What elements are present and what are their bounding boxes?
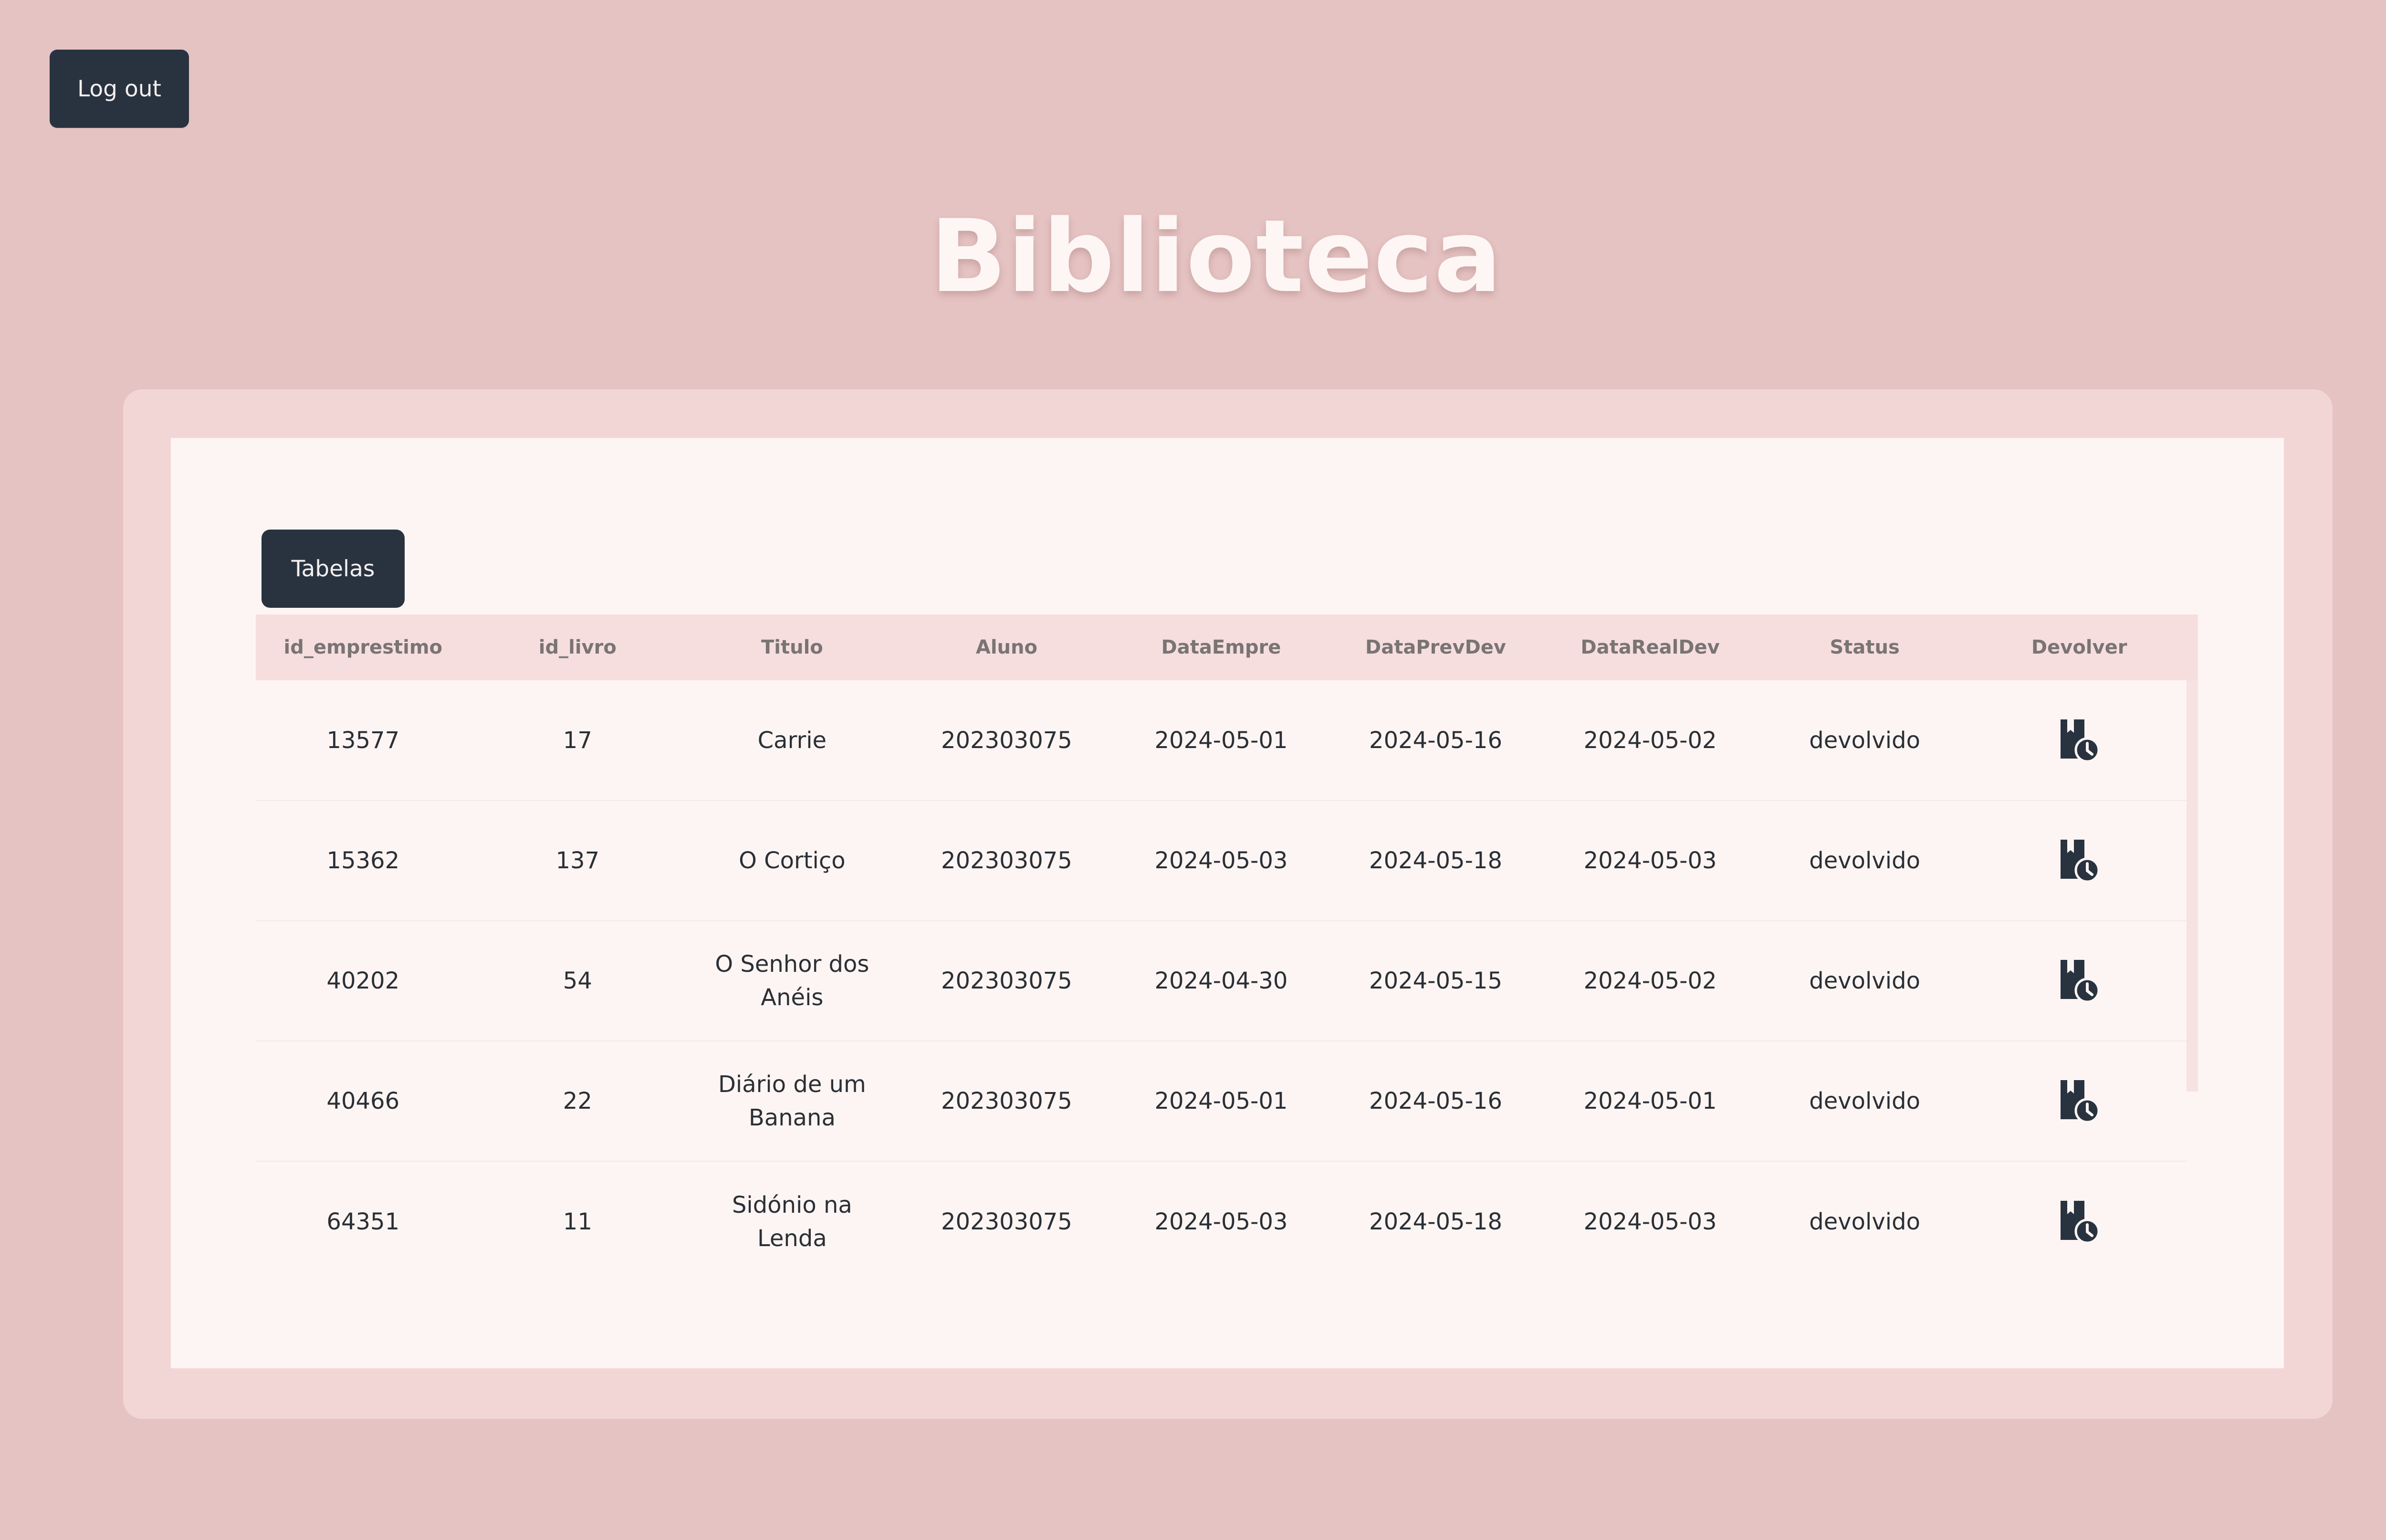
book-clock-icon[interactable] — [2058, 1077, 2101, 1125]
cell-id-emprestimo: 40202 — [256, 921, 471, 1041]
cell-id-livro: 54 — [470, 921, 685, 1041]
cell-id-emprestimo: 15362 — [256, 801, 471, 921]
table-row: 64351 11 Sidónio na Lenda 202303075 2024… — [256, 1161, 2187, 1281]
cell-data-empre: 2024-04-30 — [1114, 921, 1329, 1041]
cell-data-prev-dev: 2024-05-18 — [1369, 1208, 1502, 1235]
cell-devolver — [1972, 921, 2187, 1041]
cell-data-prev-dev: 2024-05-16 — [1328, 1041, 1543, 1162]
cell-data-prev-dev: 2024-05-18 — [1328, 801, 1543, 921]
cell-data-empre: 2024-05-03 — [1154, 1208, 1288, 1235]
cell-data-real-dev: 2024-05-02 — [1543, 680, 1758, 801]
cell-data-real-dev: 2024-05-01 — [1543, 1041, 1758, 1162]
table-row: 40202 54 O Senhor dos Anéis 202303075 20… — [256, 921, 2187, 1041]
main-panel: Tabelas id_emprestimo id_livro Titulo Al… — [123, 389, 2333, 1419]
table-row: 40466 22 Diário de um Banana 202303075 2… — [256, 1041, 2187, 1162]
table-scrollbar[interactable] — [2187, 680, 2198, 1092]
header-scroll-gutter — [2187, 614, 2198, 680]
cell-id-emprestimo: 40466 — [256, 1041, 471, 1162]
cell-id-livro: 11 — [563, 1208, 592, 1235]
cell-status: devolvido — [1757, 1041, 1972, 1162]
column-header-id-emprestimo: id_emprestimo — [283, 636, 442, 658]
cell-id-livro: 22 — [470, 1041, 685, 1162]
cell-aluno: 202303075 — [899, 1041, 1114, 1162]
cell-status: devolvido — [1809, 1208, 1920, 1235]
logout-button[interactable]: Log out — [50, 50, 189, 128]
cell-titulo: Sidónio na Lenda — [732, 1191, 852, 1252]
table-row: 15362 137 O Cortiço 202303075 2024-05-03… — [256, 801, 2187, 921]
book-clock-icon[interactable] — [2058, 837, 2101, 884]
book-clock-icon[interactable] — [2058, 717, 2101, 764]
column-header-data-empre: DataEmpre — [1161, 636, 1281, 658]
cell-aluno: 202303075 — [941, 1208, 1072, 1235]
column-header-devolver: Devolver — [2031, 636, 2127, 658]
loans-table-container: id_emprestimo id_livro Titulo Aluno Data… — [256, 614, 2201, 1281]
cell-devolver — [1972, 1161, 2187, 1281]
cell-devolver — [1972, 1041, 2187, 1162]
cell-data-prev-dev: 2024-05-15 — [1328, 921, 1543, 1041]
cell-aluno: 202303075 — [899, 801, 1114, 921]
cell-data-real-dev: 2024-05-02 — [1543, 921, 1758, 1041]
cell-status: devolvido — [1757, 921, 1972, 1041]
cell-titulo: Carrie — [685, 680, 900, 801]
book-clock-icon[interactable] — [2058, 957, 2101, 1005]
cell-data-empre: 2024-05-01 — [1114, 1041, 1329, 1162]
cell-data-empre: 2024-05-01 — [1114, 680, 1329, 801]
cell-data-empre: 2024-05-03 — [1114, 801, 1329, 921]
column-header-data-real-dev: DataRealDev — [1580, 636, 1720, 658]
loans-table: id_emprestimo id_livro Titulo Aluno Data… — [256, 614, 2187, 1281]
cell-id-emprestimo: 13577 — [256, 680, 471, 801]
cell-titulo: Diário de um Banana — [685, 1041, 900, 1162]
book-clock-icon[interactable] — [2058, 1198, 2101, 1246]
cell-id-emprestimo: 64351 — [326, 1208, 400, 1235]
cell-data-real-dev: 2024-05-03 — [1583, 1208, 1717, 1235]
column-header-status: Status — [1830, 636, 1900, 658]
cell-data-real-dev: 2024-05-03 — [1543, 801, 1758, 921]
table-header-row: id_emprestimo id_livro Titulo Aluno Data… — [256, 614, 2187, 680]
column-header-id-livro: id_livro — [538, 636, 617, 658]
cell-devolver — [1972, 680, 2187, 801]
cell-status: devolvido — [1757, 680, 1972, 801]
cell-devolver — [1972, 801, 2187, 921]
cell-aluno: 202303075 — [899, 921, 1114, 1041]
tabelas-button[interactable]: Tabelas — [262, 530, 405, 608]
table-row: 13577 17 Carrie 202303075 2024-05-01 202… — [256, 680, 2187, 801]
column-header-titulo: Titulo — [761, 636, 823, 658]
table-card: Tabelas id_emprestimo id_livro Titulo Al… — [171, 438, 2284, 1368]
column-header-data-prev-dev: DataPrevDev — [1365, 636, 1506, 658]
column-header-aluno: Aluno — [975, 636, 1037, 658]
cell-id-livro: 137 — [470, 801, 685, 921]
cell-status: devolvido — [1757, 801, 1972, 921]
page-title: Biblioteca — [930, 198, 1503, 315]
cell-data-prev-dev: 2024-05-16 — [1328, 680, 1543, 801]
cell-titulo: O Cortiço — [685, 801, 900, 921]
cell-id-livro: 17 — [470, 680, 685, 801]
cell-aluno: 202303075 — [899, 680, 1114, 801]
cell-titulo: O Senhor dos Anéis — [685, 921, 900, 1041]
